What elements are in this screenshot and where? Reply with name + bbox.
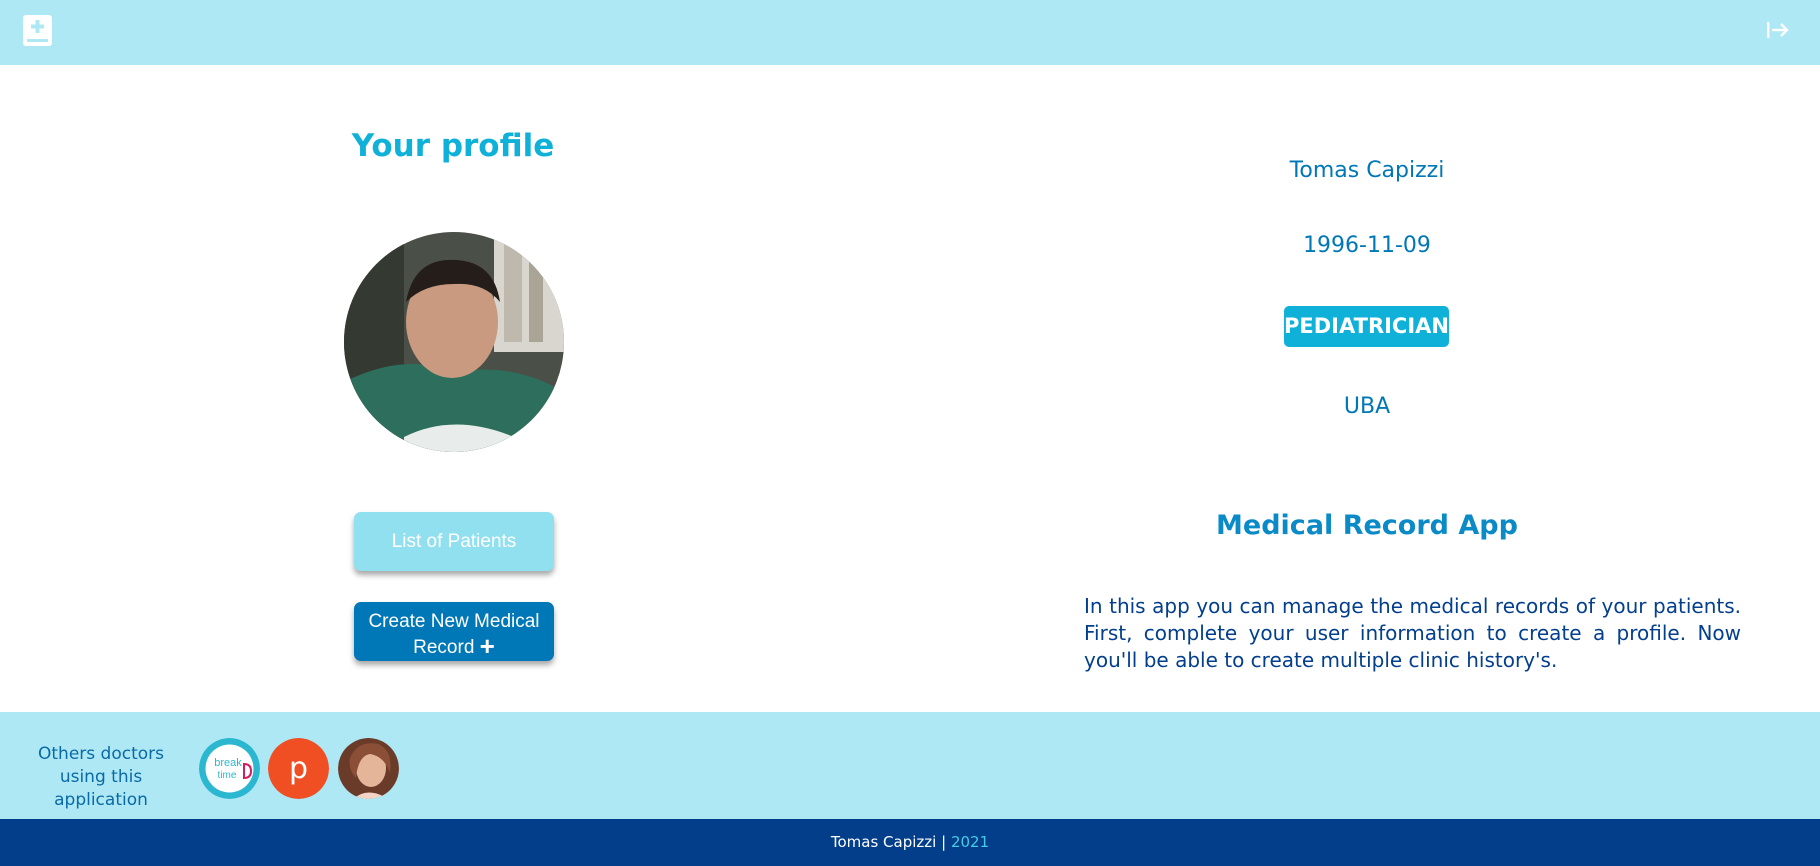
app-info-title: Medical Record App — [1216, 510, 1518, 541]
logout-arrow-icon[interactable] — [1766, 19, 1790, 41]
plus-icon: + — [479, 630, 495, 661]
specialty-badge: PEDIATRICIAN — [1284, 306, 1449, 347]
footer-separator: | — [941, 833, 947, 851]
page-title: Your profile — [351, 128, 555, 164]
doctor-name: Tomas Capizzi — [1289, 158, 1445, 183]
breaktime-logo-text-1: break — [214, 757, 242, 769]
other-doctors-section: Others doctors using this application br… — [0, 712, 1820, 819]
medical-book-icon[interactable] — [23, 15, 52, 46]
other-doctor-avatar[interactable]: break time — [199, 738, 260, 799]
other-doctor-avatar[interactable]: p — [268, 738, 329, 799]
profile-avatar — [344, 232, 564, 452]
other-doctors-label: Others doctors using this application — [38, 744, 164, 810]
other-doctor-avatar[interactable] — [338, 738, 399, 799]
create-medical-record-button[interactable]: Create New Medical Record + — [354, 602, 554, 661]
footer-author: Tomas Capizzi — [830, 833, 937, 851]
footer: Tomas Capizzi | 2021 — [0, 819, 1820, 866]
app-info-description: In this app you can manage the medical r… — [1084, 594, 1741, 672]
breaktime-logo-text-2: time — [218, 770, 237, 781]
doctor-institution: UBA — [1343, 394, 1391, 419]
list-of-patients-button[interactable]: List of Patients — [354, 512, 554, 571]
footer-year: 2021 — [950, 833, 990, 851]
doctor-birthdate: 1996-11-09 — [1303, 233, 1431, 258]
p-logo-text: p — [289, 751, 308, 786]
create-record-label: Create New Medical Record — [368, 610, 540, 658]
top-navbar — [0, 0, 1820, 65]
